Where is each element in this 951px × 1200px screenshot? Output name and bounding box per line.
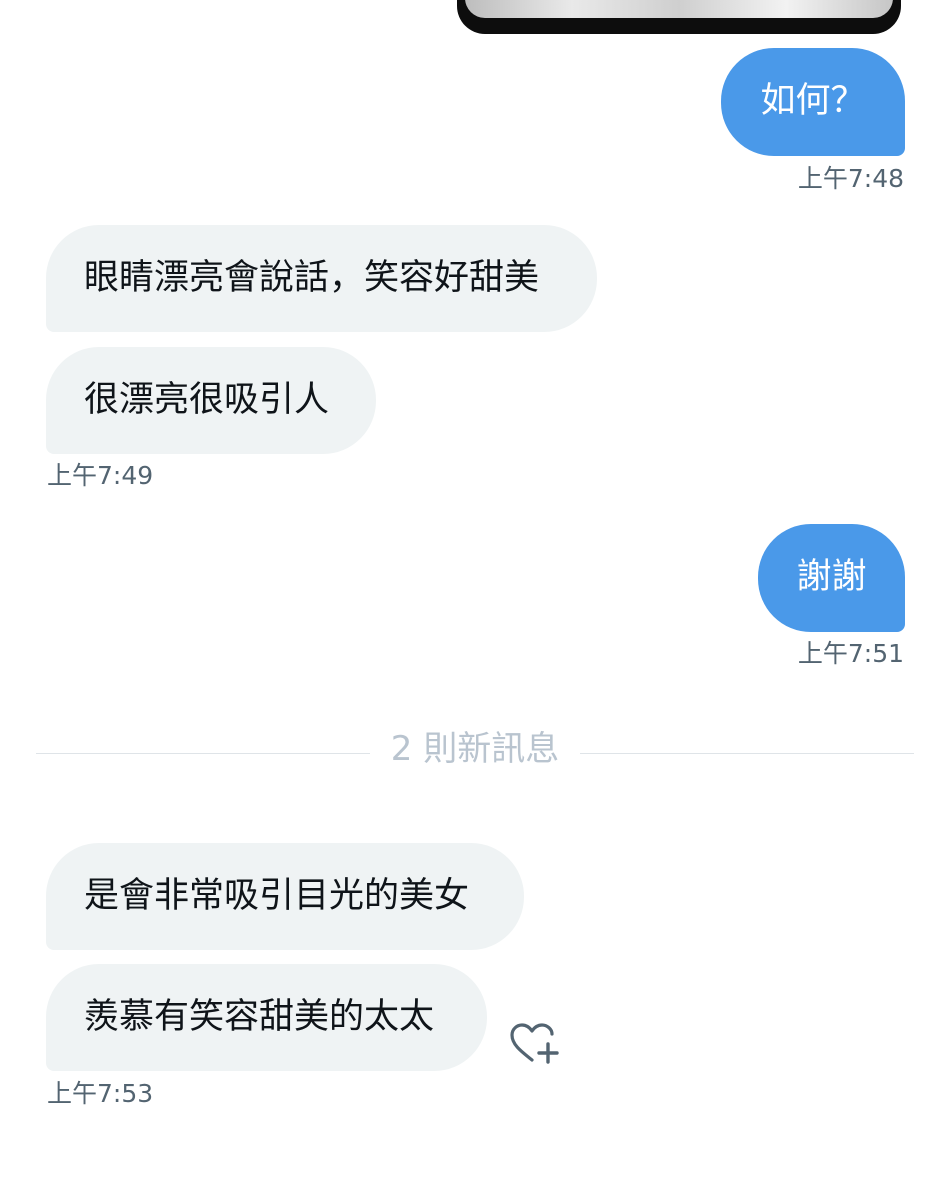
message-timestamp: 上午7:49 xyxy=(47,461,154,490)
new-messages-divider: 2 則新訊息 xyxy=(390,729,560,769)
message-timestamp: 上午7:53 xyxy=(47,1079,154,1108)
new-messages-divider-line-left xyxy=(36,753,370,754)
message-bubble-incoming[interactable]: 很漂亮很吸引人 xyxy=(46,347,376,454)
message-bubble-incoming[interactable]: 眼睛漂亮會說話，笑容好甜美 xyxy=(46,225,597,332)
message-bubble-incoming[interactable]: 是會非常吸引目光的美女 xyxy=(46,843,524,950)
message-bubble-outgoing[interactable]: 謝謝 xyxy=(758,524,905,632)
shared-media-preview[interactable] xyxy=(457,0,901,34)
message-timestamp: 上午7:48 xyxy=(797,164,904,193)
heart-plus-icon-graphic xyxy=(510,1023,559,1064)
new-messages-divider-line-right xyxy=(580,753,914,754)
message-bubble-incoming[interactable]: 羨慕有笑容甜美的太太 xyxy=(46,964,487,1071)
media-thumbnail xyxy=(465,0,893,18)
heart-plus-icon[interactable] xyxy=(508,1022,560,1066)
message-bubble-outgoing[interactable]: 如何？ xyxy=(721,48,905,156)
message-timestamp: 上午7:51 xyxy=(797,639,904,668)
